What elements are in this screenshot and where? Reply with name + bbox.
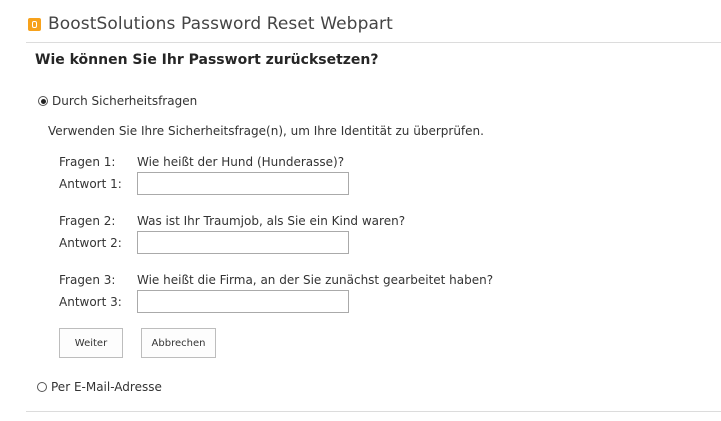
option-email-label: Per E-Mail-Adresse [51,380,162,394]
option-email[interactable]: Per E-Mail-Adresse [37,380,162,394]
question-2-label: Fragen 2: [59,214,116,228]
answer-2-label: Antwort 2: [59,236,122,250]
radio-email[interactable] [37,382,47,392]
option-security-questions[interactable]: Durch Sicherheitsfragen [38,94,197,108]
footer-divider [26,411,721,412]
header-divider [26,42,721,43]
cancel-button[interactable]: Abbrechen [141,328,216,358]
question-1-label: Fragen 1: [59,155,116,169]
password-reset-webpart: BoostSolutions Password Reset Webpart Wi… [0,0,721,421]
answer-3-label: Antwort 3: [59,295,122,309]
instruction-text: Verwenden Sie Ihre Sicherheitsfrage(n), … [48,124,484,138]
next-button[interactable]: Weiter [59,328,123,358]
answer-1-input[interactable] [137,172,349,195]
answer-2-input[interactable] [137,231,349,254]
answer-3-input[interactable] [137,290,349,313]
webpart-title: BoostSolutions Password Reset Webpart [48,14,393,34]
webpart-header: BoostSolutions Password Reset Webpart [28,12,393,36]
option-security-questions-label: Durch Sicherheitsfragen [52,94,198,108]
radio-security-questions[interactable] [38,96,48,106]
question-2-text: Was ist Ihr Traumjob, als Sie ein Kind w… [137,214,406,228]
radio-selected-dot [40,98,46,104]
answer-1-label: Antwort 1: [59,177,122,191]
question-3-text: Wie heißt die Firma, an der Sie zunächst… [137,273,494,287]
question-3-label: Fragen 3: [59,273,116,287]
boostsolutions-logo-icon [28,17,41,31]
question-1-text: Wie heißt der Hund (Hunderasse)? [137,155,345,169]
page-title: Wie können Sie Ihr Passwort zurücksetzen… [35,52,379,68]
